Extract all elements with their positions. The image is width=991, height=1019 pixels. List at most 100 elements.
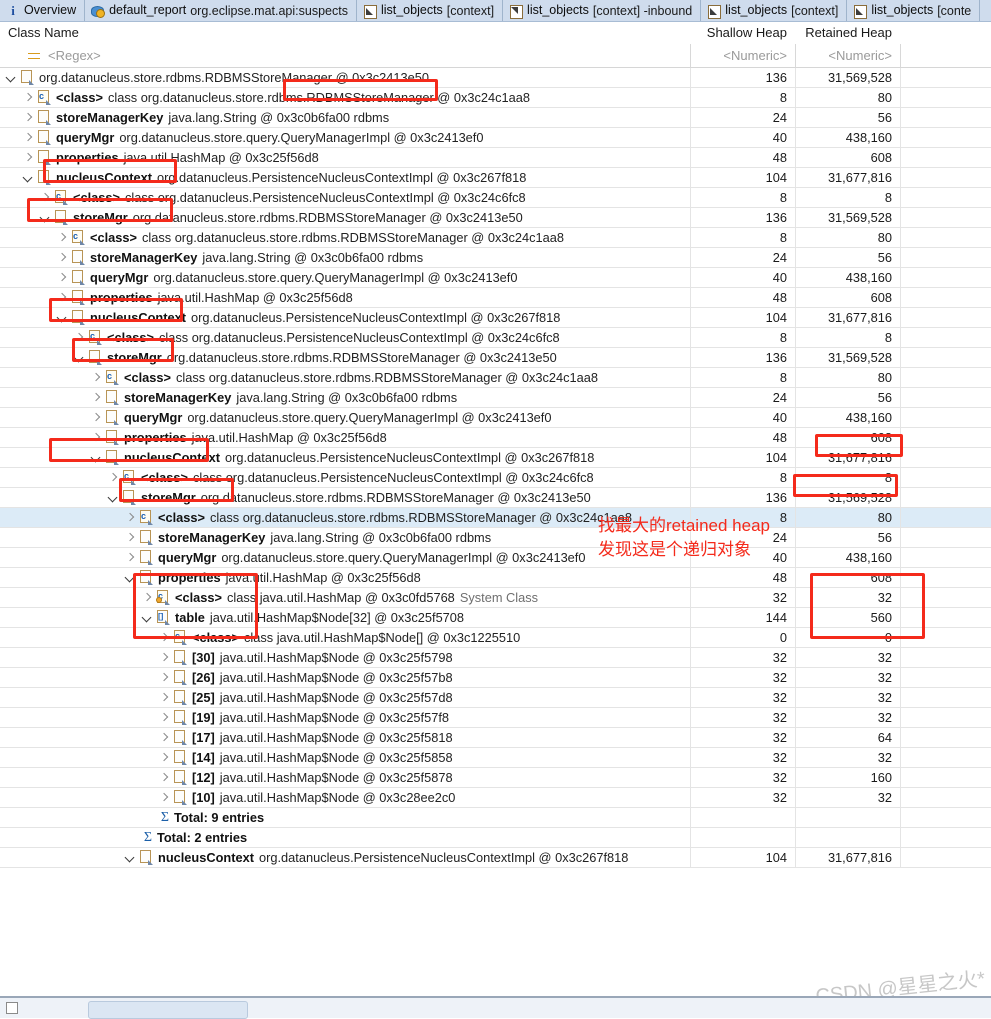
cell-class-name[interactable]: c<class>class org.datanucleus.Persistenc…	[0, 470, 690, 485]
cell-class-name[interactable]: c<class>class org.datanucleus.store.rdbm…	[0, 230, 690, 245]
table-row[interactable]: nucleusContextorg.datanucleus.Persistenc…	[0, 448, 991, 468]
chevron-right-icon[interactable]	[123, 551, 137, 565]
table-row[interactable]: ΣTotal: 9 entries	[0, 808, 991, 828]
editor-tab-bar[interactable]: iOverviewdefault_report org.eclipse.mat.…	[0, 0, 991, 22]
cell-class-name[interactable]: propertiesjava.util.HashMap @ 0x3c25f56d…	[0, 150, 690, 165]
cell-class-name[interactable]: [12]java.util.HashMap$Node @ 0x3c25f5878	[0, 770, 690, 785]
chevron-down-icon[interactable]	[55, 311, 69, 325]
chevron-right-icon[interactable]	[55, 271, 69, 285]
table-row[interactable]: queryMgrorg.datanucleus.store.query.Quer…	[0, 128, 991, 148]
cell-class-name[interactable]: c<class>class org.datanucleus.store.rdbm…	[0, 370, 690, 385]
chevron-right-icon[interactable]	[89, 391, 103, 405]
cell-class-name[interactable]: c<class>class org.datanucleus.store.rdbm…	[0, 510, 690, 525]
cell-class-name[interactable]: c<class>class org.datanucleus.Persistenc…	[0, 190, 690, 205]
cell-class-name[interactable]: [10]java.util.HashMap$Node @ 0x3c28ee2c0	[0, 790, 690, 805]
tree-rows[interactable]: org.datanucleus.store.rdbms.RDBMSStoreMa…	[0, 68, 991, 868]
cell-class-name[interactable]: []tablejava.util.HashMap$Node[32] @ 0x3c…	[0, 610, 690, 625]
chevron-right-icon[interactable]	[72, 331, 86, 345]
table-row[interactable]: [12]java.util.HashMap$Node @ 0x3c25f5878…	[0, 768, 991, 788]
table-row[interactable]: queryMgrorg.datanucleus.store.query.Quer…	[0, 268, 991, 288]
chevron-right-icon[interactable]	[157, 671, 171, 685]
table-row[interactable]: c<class>class java.util.HashMap @ 0x3c0f…	[0, 588, 991, 608]
chevron-down-icon[interactable]	[89, 451, 103, 465]
shallow-heap-filter[interactable]: <Numeric>	[690, 48, 795, 63]
chevron-down-icon[interactable]	[106, 491, 120, 505]
table-row[interactable]: queryMgrorg.datanucleus.store.query.Quer…	[0, 408, 991, 428]
chevron-right-icon[interactable]	[123, 511, 137, 525]
cell-class-name[interactable]: ΣTotal: 9 entries	[0, 810, 690, 826]
cell-class-name[interactable]: propertiesjava.util.HashMap @ 0x3c25f56d…	[0, 290, 690, 305]
table-row[interactable]: ΣTotal: 2 entries	[0, 828, 991, 848]
chevron-right-icon[interactable]	[89, 411, 103, 425]
table-row[interactable]: propertiesjava.util.HashMap @ 0x3c25f56d…	[0, 148, 991, 168]
chevron-down-icon[interactable]	[123, 571, 137, 585]
cell-class-name[interactable]: storeMgrorg.datanucleus.store.rdbms.RDBM…	[0, 490, 690, 505]
chevron-right-icon[interactable]	[157, 711, 171, 725]
chevron-right-icon[interactable]	[157, 691, 171, 705]
chevron-right-icon[interactable]	[21, 131, 35, 145]
chevron-right-icon[interactable]	[55, 251, 69, 265]
table-row[interactable]: [26]java.util.HashMap$Node @ 0x3c25f57b8…	[0, 668, 991, 688]
table-row[interactable]: propertiesjava.util.HashMap @ 0x3c25f56d…	[0, 428, 991, 448]
table-row[interactable]: [10]java.util.HashMap$Node @ 0x3c28ee2c0…	[0, 788, 991, 808]
table-row[interactable]: queryMgrorg.datanucleus.store.query.Quer…	[0, 548, 991, 568]
cell-class-name[interactable]: [14]java.util.HashMap$Node @ 0x3c25f5858	[0, 750, 690, 765]
table-row[interactable]: storeMgrorg.datanucleus.store.rdbms.RDBM…	[0, 348, 991, 368]
cell-class-name[interactable]: [19]java.util.HashMap$Node @ 0x3c25f57f8	[0, 710, 690, 725]
cell-class-name[interactable]: storeMgrorg.datanucleus.store.rdbms.RDBM…	[0, 210, 690, 225]
chevron-right-icon[interactable]	[157, 631, 171, 645]
cell-class-name[interactable]: [30]java.util.HashMap$Node @ 0x3c25f5798	[0, 650, 690, 665]
cell-class-name[interactable]: storeMgrorg.datanucleus.store.rdbms.RDBM…	[0, 350, 690, 365]
tab-1-default_report[interactable]: default_report org.eclipse.mat.api:suspe…	[85, 0, 357, 21]
cell-class-name[interactable]: org.datanucleus.store.rdbms.RDBMSStoreMa…	[0, 70, 690, 85]
table-row[interactable]: c<class>class org.datanucleus.store.rdbm…	[0, 368, 991, 388]
cell-class-name[interactable]: c<class>class java.util.HashMap @ 0x3c0f…	[0, 590, 690, 605]
table-row[interactable]: c<class>class java.util.HashMap$Node[] @…	[0, 628, 991, 648]
column-header-class-name[interactable]: Class Name	[0, 25, 690, 40]
table-row[interactable]: [19]java.util.HashMap$Node @ 0x3c25f57f8…	[0, 708, 991, 728]
cell-class-name[interactable]: ΣTotal: 2 entries	[0, 830, 690, 846]
table-row[interactable]: [14]java.util.HashMap$Node @ 0x3c25f5858…	[0, 748, 991, 768]
table-row[interactable]: [17]java.util.HashMap$Node @ 0x3c25f5818…	[0, 728, 991, 748]
cell-class-name[interactable]: c<class>class org.datanucleus.Persistenc…	[0, 330, 690, 345]
table-row[interactable]: c<class>class org.datanucleus.store.rdbm…	[0, 228, 991, 248]
object-tree[interactable]: 找最大的retained heap 发现这是个递归对象 org.datanucl…	[0, 68, 991, 1018]
cell-class-name[interactable]: c<class>class java.util.HashMap$Node[] @…	[0, 630, 690, 645]
table-row[interactable]: c<class>class org.datanucleus.Persistenc…	[0, 328, 991, 348]
tab-4-list_objects[interactable]: list_objects [context]	[701, 0, 847, 21]
table-row[interactable]: storeManagerKeyjava.lang.String @ 0x3c0b…	[0, 528, 991, 548]
table-row[interactable]: storeMgrorg.datanucleus.store.rdbms.RDBM…	[0, 208, 991, 228]
chevron-down-icon[interactable]	[38, 211, 52, 225]
table-row[interactable]: []tablejava.util.HashMap$Node[32] @ 0x3c…	[0, 608, 991, 628]
cell-class-name[interactable]: storeManagerKeyjava.lang.String @ 0x3c0b…	[0, 110, 690, 125]
column-header-shallow-heap[interactable]: Shallow Heap	[690, 25, 795, 40]
cell-class-name[interactable]: storeManagerKeyjava.lang.String @ 0x3c0b…	[0, 250, 690, 265]
cell-class-name[interactable]: propertiesjava.util.HashMap @ 0x3c25f56d…	[0, 570, 690, 585]
table-row[interactable]: storeManagerKeyjava.lang.String @ 0x3c0b…	[0, 388, 991, 408]
table-row[interactable]: propertiesjava.util.HashMap @ 0x3c25f56d…	[0, 288, 991, 308]
column-header-retained-heap[interactable]: Retained Heap	[795, 25, 900, 40]
tab-2-list_objects[interactable]: list_objects [context]	[357, 0, 503, 21]
cell-class-name[interactable]: nucleusContextorg.datanucleus.Persistenc…	[0, 170, 690, 185]
tab-0-overview[interactable]: iOverview	[0, 0, 85, 21]
table-row[interactable]: storeManagerKeyjava.lang.String @ 0x3c0b…	[0, 248, 991, 268]
cell-class-name[interactable]: c<class>class org.datanucleus.store.rdbm…	[0, 90, 690, 105]
tab-5-list_objects[interactable]: list_objects [conte	[847, 0, 980, 21]
tab-3-list_objects[interactable]: list_objects [context] -inbound	[503, 0, 701, 21]
chevron-right-icon[interactable]	[38, 191, 52, 205]
chevron-right-icon[interactable]	[89, 431, 103, 445]
retained-heap-filter[interactable]: <Numeric>	[795, 48, 900, 63]
table-row[interactable]: storeManagerKeyjava.lang.String @ 0x3c0b…	[0, 108, 991, 128]
cell-class-name[interactable]: storeManagerKeyjava.lang.String @ 0x3c0b…	[0, 390, 690, 405]
chevron-right-icon[interactable]	[157, 731, 171, 745]
column-header-row[interactable]: Class Name Shallow Heap Retained Heap	[0, 22, 991, 44]
chevron-right-icon[interactable]	[89, 371, 103, 385]
cell-class-name[interactable]: queryMgrorg.datanucleus.store.query.Quer…	[0, 270, 690, 285]
chevron-right-icon[interactable]	[55, 291, 69, 305]
chevron-down-icon[interactable]	[21, 171, 35, 185]
chevron-right-icon[interactable]	[55, 231, 69, 245]
chevron-down-icon[interactable]	[123, 851, 137, 865]
chevron-right-icon[interactable]	[21, 151, 35, 165]
table-row[interactable]: storeMgrorg.datanucleus.store.rdbms.RDBM…	[0, 488, 991, 508]
table-row[interactable]: c<class>class org.datanucleus.Persistenc…	[0, 468, 991, 488]
